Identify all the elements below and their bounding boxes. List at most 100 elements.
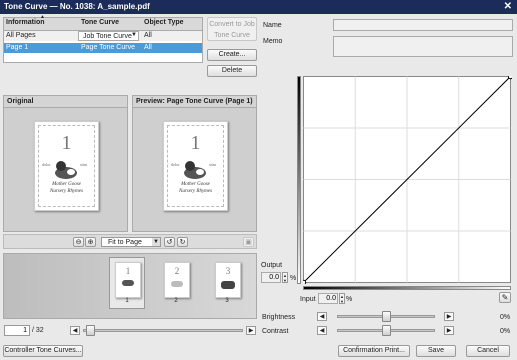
fit-window-icon[interactable]: ▣: [243, 237, 254, 247]
page-title-line1: Mother Goose: [52, 182, 81, 187]
output-label: Output: [261, 262, 283, 269]
memo-label: Memo: [263, 38, 283, 45]
page-total: / 32: [32, 327, 44, 334]
thumbnail-strip: 1 1 2 2 3 3: [3, 253, 257, 319]
output-value-field[interactable]: [261, 272, 281, 283]
page-number-input[interactable]: [4, 325, 30, 336]
tone-curve-select-value: Job Tone Curve: [83, 33, 132, 40]
zoom-in-icon[interactable]: ⊕: [85, 237, 96, 247]
thumbnail-illustration: [122, 280, 134, 286]
page-title-line2: Nursery Rhymes: [179, 189, 212, 194]
thumbnail-label: 3: [225, 298, 229, 304]
window-title: Tone Curve — No. 1038: A_sample.pdf: [4, 2, 150, 11]
input-value-field[interactable]: [318, 293, 338, 304]
title-bar: Tone Curve — No. 1038: A_sample.pdf ✕: [0, 0, 517, 14]
thumbnail-scroll-thumb[interactable]: [86, 325, 95, 336]
thumbnail-scroll-track[interactable]: [83, 329, 243, 332]
rotate-left-icon[interactable]: ↺: [164, 237, 175, 247]
brightness-label: Brightness: [262, 314, 296, 321]
row-object-type: All: [144, 44, 152, 51]
output-unit: %: [290, 275, 297, 282]
column-header-object-type[interactable]: Object Type: [144, 19, 184, 26]
page-small-left: dolor: [171, 162, 180, 167]
pencil-icon[interactable]: ✎: [499, 292, 511, 303]
brightness-value: 0%: [500, 314, 511, 321]
thumbnail-number: 2: [174, 266, 180, 276]
name-field[interactable]: [333, 19, 513, 31]
tone-curve-table: Information ▲ Tone Curve Object Type All…: [3, 14, 203, 63]
thumbnail-page-2[interactable]: 2: [164, 262, 190, 298]
memo-field[interactable]: [333, 36, 513, 57]
zoom-toolbar: ⊖ ⊕ Fit to Page ▼ ↺ ↻ ▣: [3, 234, 257, 249]
thumbnail-page-1[interactable]: 1: [115, 262, 141, 298]
controller-tone-curves-button[interactable]: Controller Tone Curves...: [3, 345, 83, 357]
brightness-decrease-icon[interactable]: ◀: [317, 312, 327, 321]
page-number-art: 1: [61, 132, 72, 154]
thumbnail-page-3[interactable]: 3: [215, 262, 241, 298]
preview-panel-header: Preview: Page Tone Curve (Page 1): [133, 96, 256, 108]
thumbnail-number: 1: [125, 266, 131, 276]
thumbnail-illustration: [171, 281, 183, 287]
close-icon[interactable]: ✕: [504, 1, 512, 12]
save-button[interactable]: Save: [416, 345, 456, 357]
output-spinner-icon[interactable]: ▲ ▼: [282, 272, 288, 283]
sort-up-icon: ▲: [40, 14, 45, 20]
brightness-increase-icon[interactable]: ▶: [444, 312, 454, 321]
thumbnail-label: 1: [125, 298, 129, 304]
column-header-tone-curve[interactable]: Tone Curve: [81, 19, 119, 26]
thumbnail-illustration: [221, 281, 235, 289]
input-gradient-bar: [303, 286, 511, 290]
contrast-slider-thumb[interactable]: [381, 325, 391, 336]
tone-curve-graph[interactable]: [303, 76, 512, 284]
contrast-value: 0%: [500, 328, 511, 335]
page-small-right: sitm: [209, 162, 216, 167]
cancel-button[interactable]: Cancel: [466, 345, 510, 357]
mother-goose-illustration: [55, 161, 77, 179]
page-number-art: 1: [190, 132, 201, 154]
input-spinner-icon[interactable]: ▲ ▼: [339, 293, 345, 304]
contrast-increase-icon[interactable]: ▶: [444, 326, 454, 335]
table-row[interactable]: Page 1 Page Tone Curve All: [4, 43, 202, 53]
original-panel-header: Original: [4, 96, 127, 108]
page-small-right: sitm: [80, 162, 87, 167]
column-header-information[interactable]: Information: [6, 19, 45, 26]
convert-to-job-tone-curve-button[interactable]: Convert to Job Tone Curve: [207, 17, 257, 41]
original-panel: Original 1 dolor sitm Mother Goose Nurse…: [3, 95, 128, 232]
preview-panel: Preview: Page Tone Curve (Page 1) 1 dolo…: [132, 95, 257, 232]
preview-page-image: 1 dolor sitm Mother Goose Nursery Rhymes: [163, 121, 228, 211]
page-title-line2: Nursery Rhymes: [50, 189, 83, 194]
input-label: Input: [300, 296, 316, 303]
contrast-decrease-icon[interactable]: ◀: [317, 326, 327, 335]
page-title-line1: Mother Goose: [181, 182, 210, 187]
thumbnail-number: 3: [225, 266, 231, 276]
mother-goose-illustration: [184, 161, 206, 179]
confirmation-print-button[interactable]: Confirmation Print...: [338, 345, 410, 357]
chevron-down-icon: ▼: [152, 238, 160, 246]
brightness-slider-thumb[interactable]: [381, 311, 391, 322]
tone-curve-select[interactable]: Job Tone Curve ▼: [78, 31, 139, 41]
chevron-down-icon: ▼: [131, 32, 137, 38]
table-row[interactable]: All Pages Job Tone Curve ▼ All: [4, 31, 202, 41]
input-unit: %: [346, 296, 353, 303]
name-label: Name: [263, 22, 282, 29]
table-header: Information ▲ Tone Curve Object Type: [4, 14, 202, 31]
scroll-left-icon[interactable]: ◀: [70, 326, 80, 335]
curve-point-start: [303, 279, 307, 284]
create-button[interactable]: Create...: [207, 49, 257, 61]
zoom-out-icon[interactable]: ⊖: [73, 237, 84, 247]
row-tone-curve: Page Tone Curve: [81, 44, 135, 51]
row-information: Page 1: [6, 44, 29, 51]
row-information: All Pages: [6, 32, 36, 39]
contrast-label: Contrast: [262, 328, 289, 335]
output-gradient-bar: [297, 76, 301, 284]
row-object-type: All: [144, 32, 152, 39]
zoom-select-value: Fit to Page: [108, 239, 142, 246]
delete-button[interactable]: Delete: [207, 65, 257, 77]
page-small-left: dolor: [42, 162, 51, 167]
rotate-right-icon[interactable]: ↻: [177, 237, 188, 247]
original-page-image: 1 dolor sitm Mother Goose Nursery Rhymes: [34, 121, 99, 211]
zoom-select[interactable]: Fit to Page ▼: [101, 237, 161, 247]
thumbnail-label: 2: [174, 298, 178, 304]
curve-point-end: [507, 76, 512, 80]
scroll-right-icon[interactable]: ▶: [246, 326, 256, 335]
